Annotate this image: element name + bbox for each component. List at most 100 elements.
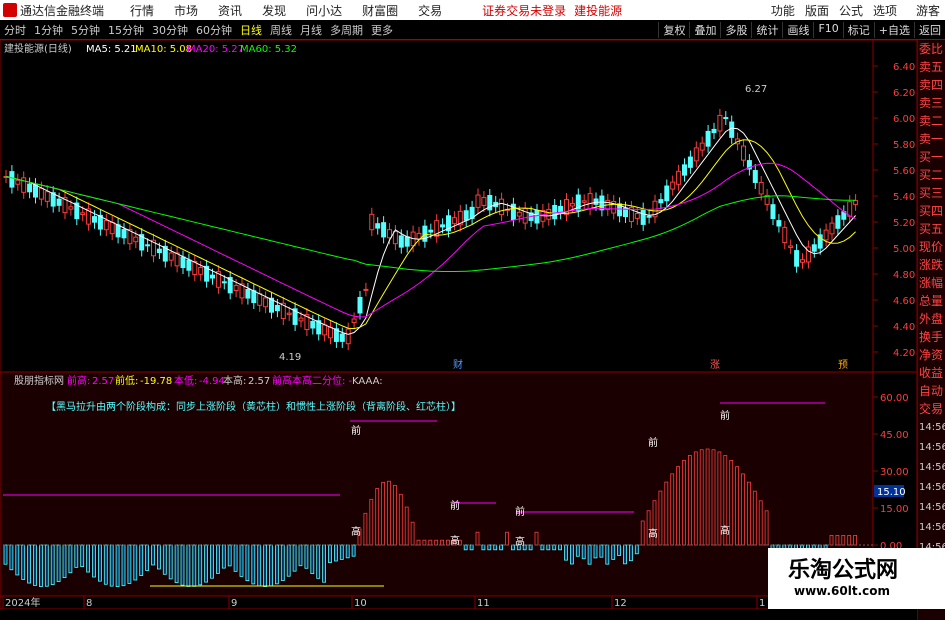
sidebar-mai5[interactable]: 卖五 bbox=[918, 58, 945, 76]
indicator-bar bbox=[764, 510, 769, 546]
indicator-bar bbox=[204, 544, 209, 583]
menu-caifuquan[interactable]: 财富圈 bbox=[362, 2, 398, 19]
menu-gongshi[interactable]: 公式 bbox=[839, 2, 863, 19]
menu-bar: 通达信金融终端 行情 市场 资讯 发现 问小达 财富圈 交易 证券交易未登录 建… bbox=[0, 0, 945, 20]
indicator-bar bbox=[227, 544, 232, 567]
period-15min[interactable]: 15分钟 bbox=[104, 22, 148, 38]
indicator-bar bbox=[316, 544, 321, 579]
sidebar-buy5[interactable]: 买五 bbox=[918, 220, 945, 238]
candle-body bbox=[800, 259, 805, 263]
sidebar-mai3[interactable]: 卖三 bbox=[918, 94, 945, 112]
sidebar-buy3[interactable]: 买三 bbox=[918, 184, 945, 202]
login-warning[interactable]: 证券交易未登录 bbox=[482, 2, 566, 19]
menu-hangqing[interactable]: 行情 bbox=[130, 2, 154, 19]
sidebar-turnover[interactable]: 换手 bbox=[918, 328, 945, 346]
period-30min[interactable]: 30分钟 bbox=[148, 22, 192, 38]
sidebar-weibi[interactable]: 委比 bbox=[918, 40, 945, 58]
sidebar-mai1[interactable]: 卖一 bbox=[918, 130, 945, 148]
candle-body bbox=[717, 114, 723, 132]
sidebar-trade[interactable]: 交易 bbox=[918, 400, 945, 418]
sub-y-tick-label: 30.00 bbox=[880, 467, 909, 478]
ma60-label: MA60: 5.32 bbox=[240, 44, 297, 55]
menu-banmian[interactable]: 版面 bbox=[805, 2, 829, 19]
sidebar-outer[interactable]: 外盘 bbox=[918, 310, 945, 328]
indicator-bar bbox=[387, 480, 391, 546]
indicator-bar bbox=[699, 449, 704, 546]
sidebar-netasset[interactable]: 净资 bbox=[918, 346, 945, 364]
btn-zixuan[interactable]: +自选 bbox=[873, 21, 914, 38]
indicator-bar bbox=[711, 449, 716, 546]
menu-xuanxiang[interactable]: 选项 bbox=[873, 2, 897, 19]
btn-f10[interactable]: F10 bbox=[813, 21, 842, 38]
main-y-tick-label: 6.40 bbox=[893, 62, 915, 73]
chart-area[interactable]: 6.40 6.20 6.00 5.80 5.60 5.40 5.20 5.00 4.80 4.60… bbox=[0, 39, 918, 612]
period-monthly[interactable]: 月线 bbox=[296, 22, 326, 38]
candle-body bbox=[687, 156, 693, 168]
period-60min[interactable]: 60分钟 bbox=[192, 22, 236, 38]
sidebar-change[interactable]: 涨跌 bbox=[918, 256, 945, 274]
sidebar-mai2[interactable]: 卖二 bbox=[918, 112, 945, 130]
sidebar-pct[interactable]: 涨幅 bbox=[918, 274, 945, 292]
candle-body bbox=[658, 199, 664, 204]
indicator-bar bbox=[605, 544, 610, 565]
btn-diejia[interactable]: 叠加 bbox=[689, 21, 720, 38]
sidebar-buy4[interactable]: 买四 bbox=[918, 202, 945, 220]
menu-gongneng[interactable]: 功能 bbox=[771, 2, 795, 19]
candle-body bbox=[593, 198, 599, 205]
candle-body bbox=[339, 333, 345, 342]
period-weekly[interactable]: 周线 bbox=[266, 22, 296, 38]
indicator-bar bbox=[121, 544, 126, 587]
indicator-bar bbox=[534, 531, 539, 546]
indicator-bar bbox=[251, 544, 256, 585]
period-1min[interactable]: 1分钟 bbox=[30, 22, 67, 38]
btn-fanhui[interactable]: 返回 bbox=[914, 21, 945, 38]
btn-biaoji[interactable]: 标记 bbox=[842, 21, 874, 38]
indicator-bar bbox=[86, 544, 90, 573]
candle-body bbox=[345, 328, 351, 345]
guest-label[interactable]: 游客 bbox=[916, 2, 940, 19]
indicator-bar bbox=[145, 544, 150, 571]
sidebar-volume[interactable]: 总量 bbox=[918, 292, 945, 310]
indicator-bar bbox=[98, 544, 102, 582]
main-y-tick-label: 4.40 bbox=[893, 322, 915, 333]
btn-huaxian[interactable]: 画线 bbox=[782, 21, 813, 38]
sidebar-price[interactable]: 现价 bbox=[918, 238, 945, 256]
candle-body bbox=[634, 213, 640, 219]
marker-zhang: 涨 bbox=[710, 359, 720, 371]
sidebar-mai4[interactable]: 卖四 bbox=[918, 76, 945, 94]
menu-faxian[interactable]: 发现 bbox=[262, 2, 286, 19]
period-more[interactable]: 更多 bbox=[367, 22, 397, 38]
indicator-bar bbox=[133, 544, 138, 581]
sidebar-earnings[interactable]: 收益 bbox=[918, 364, 945, 382]
candle-body bbox=[699, 142, 705, 151]
menu-jiaoyi[interactable]: 交易 bbox=[418, 2, 442, 19]
btn-tongji[interactable]: 统计 bbox=[751, 21, 782, 38]
period-daily[interactable]: 日线 bbox=[236, 22, 266, 38]
period-multi[interactable]: 多周期 bbox=[326, 22, 367, 38]
indicator-bar bbox=[853, 534, 857, 546]
candle-body bbox=[156, 248, 162, 254]
x-tick-label: 2024年 bbox=[5, 596, 40, 609]
sidebar-buy2[interactable]: 买二 bbox=[918, 166, 945, 184]
candle-body bbox=[80, 212, 86, 216]
ma20-label: MA20: 5.27 bbox=[187, 44, 244, 55]
menu-wenxiaoda[interactable]: 问小达 bbox=[306, 2, 342, 19]
x-tick-label: 1 bbox=[759, 598, 765, 609]
indicator-bar bbox=[103, 544, 108, 585]
btn-fuquan[interactable]: 复权 bbox=[658, 21, 689, 38]
menu-zixun[interactable]: 资讯 bbox=[218, 2, 242, 19]
indicator-bar bbox=[599, 544, 604, 558]
indicator-bar bbox=[510, 544, 515, 551]
time-label: 14:56 bbox=[919, 522, 945, 533]
candle-body bbox=[233, 285, 239, 292]
period-5min[interactable]: 5分钟 bbox=[67, 22, 104, 38]
candle-body bbox=[174, 252, 180, 267]
candle-body bbox=[534, 209, 540, 224]
sidebar-auto[interactable]: 自动 bbox=[918, 382, 945, 400]
candle-body bbox=[581, 200, 587, 203]
menu-shichang[interactable]: 市场 bbox=[174, 2, 198, 19]
main-y-tick-label: 6.00 bbox=[893, 114, 915, 125]
period-fenshi[interactable]: 分时 bbox=[0, 22, 30, 38]
sidebar-buy1[interactable]: 买一 bbox=[918, 148, 945, 166]
btn-duogu[interactable]: 多股 bbox=[720, 21, 751, 38]
